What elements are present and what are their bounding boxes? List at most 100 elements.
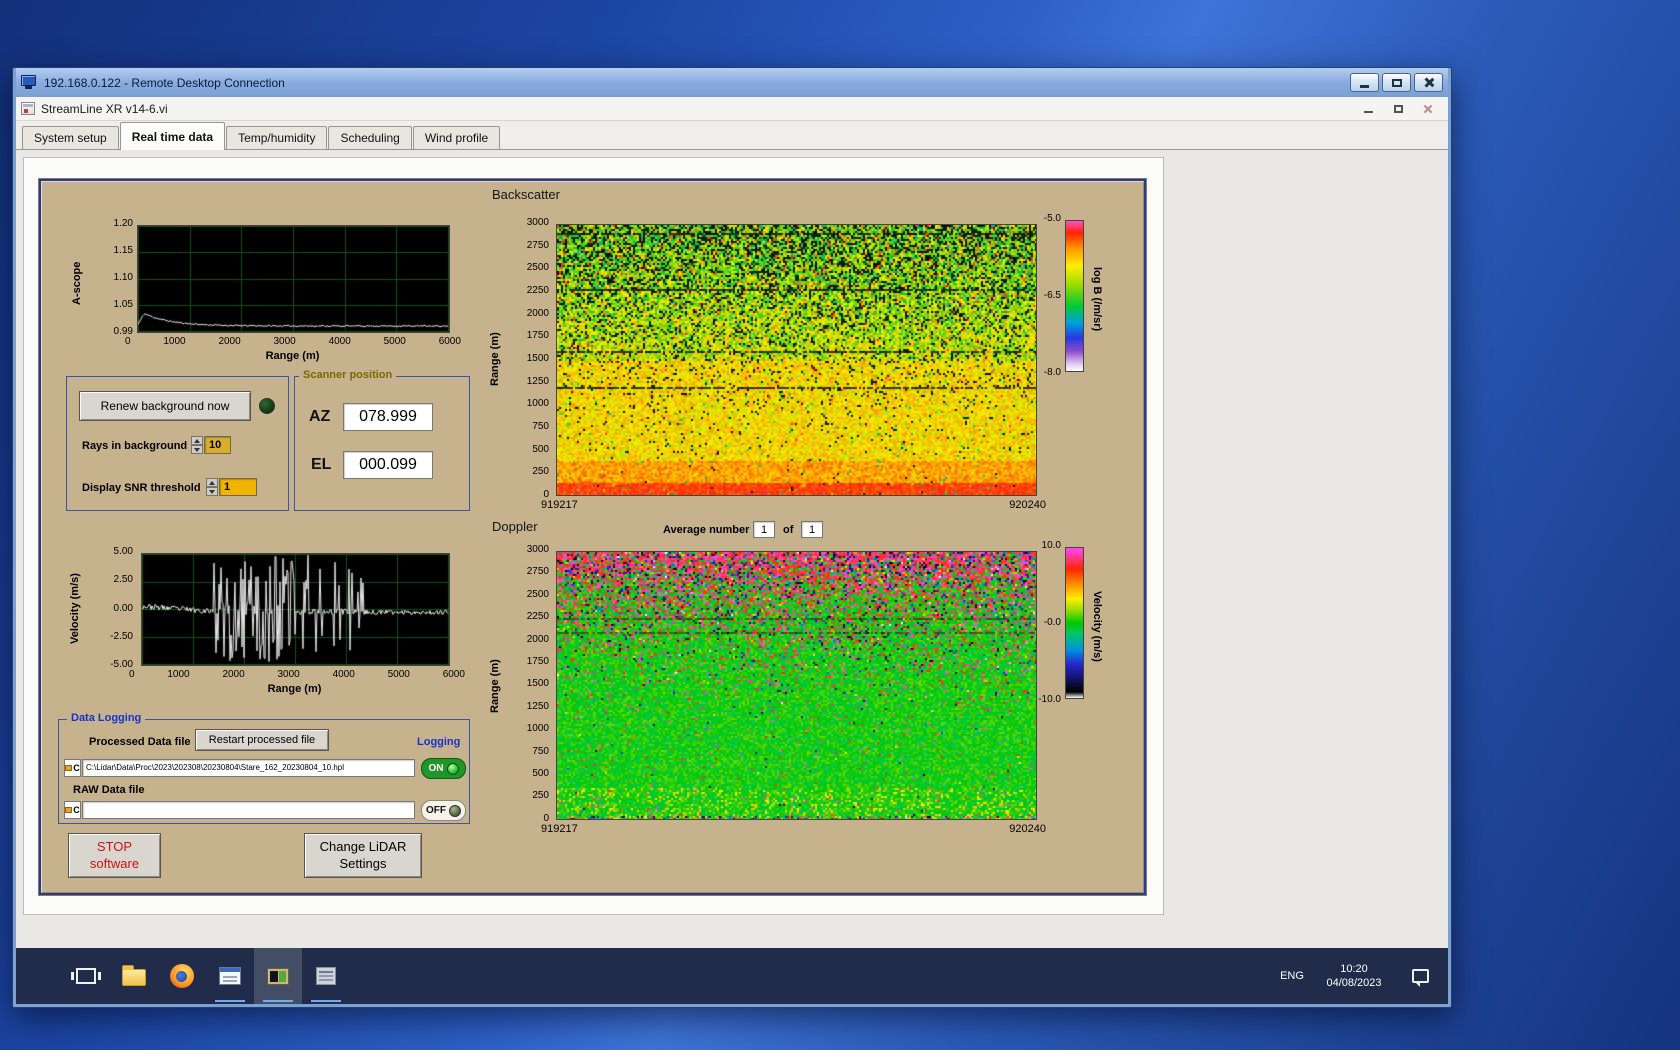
logging-on-led-icon <box>446 762 459 775</box>
app-close-button[interactable] <box>1413 99 1443 118</box>
snr-threshold-label: Display SNR threshold <box>82 482 201 494</box>
rdp-maximize-button[interactable] <box>1382 73 1411 92</box>
raw-data-file-label: RAW Data file <box>73 784 145 796</box>
velocity-y-ticks: 5.00 2.50 0.00 -2.50 -5.00 <box>110 546 133 670</box>
app-minimize-button[interactable] <box>1353 99 1383 118</box>
rdp-titlebar[interactable]: 192.168.0.122 - Remote Desktop Connectio… <box>16 68 1448 97</box>
raw-path-drive[interactable]: C <box>64 801 81 819</box>
velocity-plot <box>141 553 450 666</box>
data-logging-group: Data Logging Processed Data file Restart… <box>58 712 470 824</box>
doppler-x-end: 920240 <box>1009 823 1046 835</box>
doppler-heatmap <box>556 551 1037 820</box>
rdp-minimize-button[interactable] <box>1350 73 1379 92</box>
clock[interactable]: 10:20 04/08/2023 <box>1312 962 1396 991</box>
rays-value-field[interactable]: 10 <box>204 436 231 454</box>
app-restore-button[interactable] <box>1383 99 1413 118</box>
date: 04/08/2023 <box>1326 977 1382 989</box>
doppler-colorbar-label: Velocity (m/s) <box>1091 590 1103 662</box>
increment-icon[interactable] <box>206 478 218 487</box>
ascope-y-ticks: 1.20 1.15 1.10 1.05 0.99 <box>113 218 133 337</box>
doppler-x-ticks: 919217 920240 <box>541 823 1046 835</box>
labview-panel-icon <box>267 967 289 985</box>
logging-off-led-icon <box>449 804 461 817</box>
taskbar-streamline-button[interactable] <box>254 948 302 1004</box>
doppler-title: Doppler <box>492 519 538 534</box>
remote-session-area: StreamLine XR v14-6.vi System setup Real… <box>16 97 1448 1004</box>
processed-data-file-label: Processed Data file <box>89 736 191 748</box>
settings-button-line1: Change LiDAR <box>319 839 407 855</box>
streamline-app-window: StreamLine XR v14-6.vi System setup Real… <box>16 97 1448 948</box>
system-tray: ENG 10:20 04/08/2023 <box>1272 948 1444 1004</box>
processed-path-input[interactable]: C:\Lidar\Data\Proc\2023\202308\20230804\… <box>82 759 415 777</box>
raw-logging-toggle[interactable]: OFF <box>421 800 466 821</box>
change-lidar-settings-button[interactable]: Change LiDAR Settings <box>304 833 422 878</box>
action-center-button[interactable] <box>1396 948 1444 1004</box>
backscatter-colorbar-label: log B (/m/sr) <box>1091 266 1103 332</box>
file-explorer-button[interactable] <box>110 948 158 1004</box>
renew-background-button[interactable]: Renew background now <box>79 391 251 421</box>
vi-icon <box>21 102 35 115</box>
rays-spinner[interactable] <box>191 436 203 454</box>
front-panel: A-scope 1.20 1.15 1.10 1.05 0.99 0 1000 2000 30… <box>39 179 1146 895</box>
doppler-y-ticks: 3000 2750 2500 2250 2000 1750 1500 1250 1000 750 5… <box>526 544 549 824</box>
action-center-icon <box>1411 969 1429 987</box>
increment-icon[interactable] <box>191 436 203 445</box>
scanner-position-title: Scanner position <box>299 369 397 381</box>
renew-background-led-icon <box>259 398 275 414</box>
doppler-x-start: 919217 <box>541 823 578 835</box>
processed-path-drive[interactable]: C <box>64 759 81 777</box>
rays-in-background-label: Rays in background <box>82 440 188 452</box>
taskbar-scan-scheduler-button[interactable] <box>302 948 350 1004</box>
maximize-icon <box>1391 78 1402 87</box>
backscatter-y-axis-label: Range (m) <box>489 332 501 386</box>
backscatter-x-start: 919217 <box>541 499 578 511</box>
tab-bar: System setup Real time data Temp/humidit… <box>16 121 1448 150</box>
close-icon <box>1423 104 1433 114</box>
restart-processed-file-button[interactable]: Restart processed file <box>195 729 329 751</box>
backscatter-x-ticks: 919217 920240 <box>541 499 1046 511</box>
backscatter-heatmap <box>556 224 1037 496</box>
tab-real-time-data[interactable]: Real time data <box>119 122 226 150</box>
ascope-x-ticks: 0 1000 2000 3000 4000 5000 6000 <box>125 336 461 347</box>
average-number-field[interactable]: 1 <box>753 521 775 538</box>
velocity-x-ticks: 0 1000 2000 3000 4000 5000 6000 <box>129 669 465 680</box>
rdp-window-title: 192.168.0.122 - Remote Desktop Connectio… <box>44 75 285 90</box>
firefox-button[interactable] <box>158 948 206 1004</box>
backscatter-title: Backscatter <box>492 187 560 202</box>
toggle-off-label: OFF <box>426 805 446 816</box>
snr-spinner[interactable] <box>206 478 218 496</box>
tab-temp-humidity[interactable]: Temp/humidity <box>226 126 328 149</box>
tab-page-real-time-data: A-scope 1.20 1.15 1.10 1.05 0.99 0 1000 2000 30… <box>23 157 1164 915</box>
tab-wind-profile[interactable]: Wind profile <box>412 126 501 149</box>
velocity-x-axis-label: Range (m) <box>267 683 322 695</box>
average-of-label: of <box>783 524 794 536</box>
time: 10:20 <box>1340 962 1368 975</box>
processed-logging-toggle[interactable]: ON <box>421 758 466 779</box>
stop-software-button[interactable]: STOP software <box>68 833 161 878</box>
az-label: AZ <box>309 408 331 425</box>
average-number-label: Average number <box>663 524 750 536</box>
drive-letter: C <box>73 763 80 773</box>
firefox-icon <box>170 964 194 988</box>
ascope-plot <box>137 225 450 333</box>
app-titlebar[interactable]: StreamLine XR v14-6.vi <box>16 97 1448 121</box>
decrement-icon[interactable] <box>206 487 218 496</box>
rdp-close-button[interactable] <box>1414 73 1443 92</box>
task-view-button[interactable] <box>62 948 110 1004</box>
stop-button-line2: software <box>89 855 140 871</box>
backscatter-y-ticks: 3000 2750 2500 2250 2000 1750 1500 1250 1000 750 5… <box>526 217 549 500</box>
backscatter-colorbar <box>1065 220 1084 372</box>
snr-value-field[interactable]: 1 <box>219 478 257 496</box>
average-total-value: 1 <box>801 521 823 538</box>
el-value: 000.099 <box>343 451 433 479</box>
language-indicator[interactable]: ENG <box>1272 948 1312 1004</box>
tab-scheduling[interactable]: Scheduling <box>328 126 412 149</box>
scan-scheduler-icon <box>316 967 336 985</box>
taskbar-app-window-button[interactable] <box>206 948 254 1004</box>
background-controls-group: Renew background now Rays in background … <box>66 376 289 511</box>
tab-system-setup[interactable]: System setup <box>22 126 119 149</box>
az-value: 078.999 <box>343 403 433 431</box>
decrement-icon[interactable] <box>191 445 203 454</box>
raw-path-input[interactable] <box>82 801 415 819</box>
backscatter-x-end: 920240 <box>1009 499 1046 511</box>
